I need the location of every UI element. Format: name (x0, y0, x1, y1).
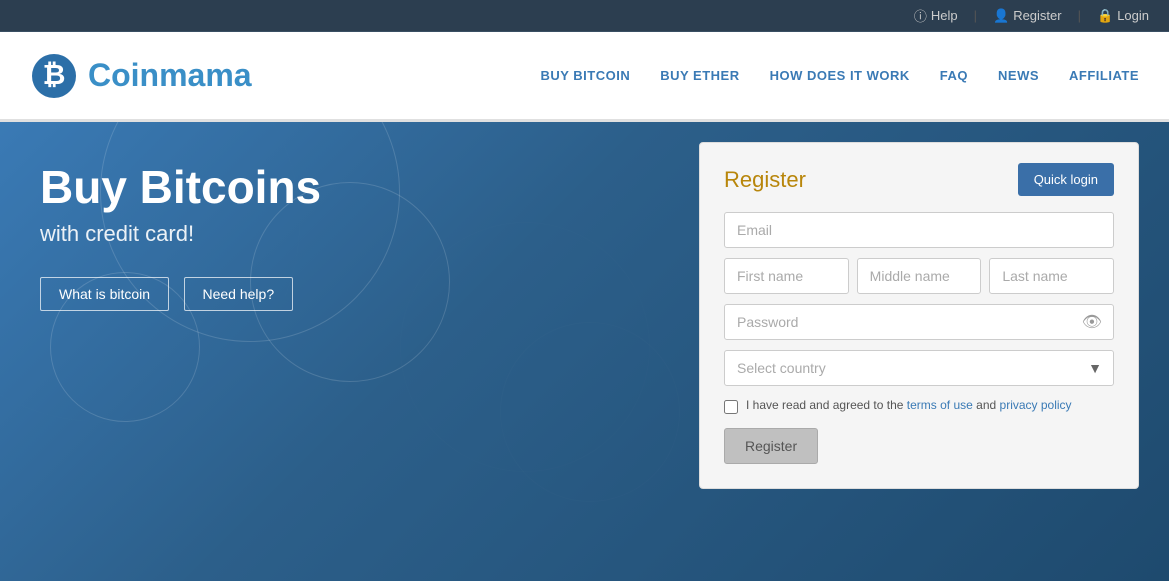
top-bar: ⓘ Help | 👤 Register | 🔒 Login (0, 0, 1169, 32)
privacy-policy-link[interactable]: privacy policy (1000, 398, 1072, 412)
password-group: 👁 (724, 304, 1114, 340)
nav-news[interactable]: NEWS (998, 60, 1039, 91)
middle-name-input[interactable] (857, 258, 982, 294)
separator-1: | (974, 8, 977, 23)
email-input[interactable] (724, 212, 1114, 248)
toggle-password-icon[interactable]: 👁 (1082, 312, 1102, 332)
register-panel: Register Quick login 👁 Select country ▼ … (699, 142, 1139, 489)
terms-of-use-link[interactable]: terms of use (907, 398, 973, 412)
user-icon: 👤 (993, 8, 1009, 24)
nav-buy-bitcoin[interactable]: BUY BITCOIN (540, 60, 630, 91)
country-select[interactable]: Select country (724, 350, 1114, 386)
nav-how-it-works[interactable]: HOW DOES IT WORK (770, 60, 910, 91)
name-group (724, 258, 1114, 294)
quick-login-button[interactable]: Quick login (1018, 163, 1114, 196)
logo[interactable]: ₿ Coinmama (30, 52, 252, 100)
register-title: Register (724, 167, 806, 193)
main-content: Buy Bitcoins with credit card! What is b… (0, 122, 1169, 581)
nav-affiliate[interactable]: AFFILIATE (1069, 60, 1139, 91)
country-group: Select country ▼ (724, 350, 1114, 386)
register-submit-button[interactable]: Register (724, 428, 818, 464)
nav-faq[interactable]: FAQ (940, 60, 968, 91)
header: ₿ Coinmama BUY BITCOIN BUY ETHER HOW DOE… (0, 32, 1169, 122)
register-label: Register (1013, 8, 1061, 23)
main-nav: BUY BITCOIN BUY ETHER HOW DOES IT WORK F… (540, 60, 1139, 91)
hero-title: Buy Bitcoins (40, 162, 659, 213)
help-label: Help (931, 8, 958, 23)
need-help-button[interactable]: Need help? (184, 277, 294, 311)
terms-checkbox[interactable] (724, 400, 738, 414)
email-group (724, 212, 1114, 248)
terms-row: I have read and agreed to the terms of u… (724, 398, 1114, 414)
hero-section: Buy Bitcoins with credit card! What is b… (0, 122, 699, 351)
password-input[interactable] (724, 304, 1114, 340)
register-link[interactable]: 👤 Register (993, 8, 1062, 24)
help-icon: ⓘ (914, 6, 927, 25)
logo-icon: ₿ (30, 52, 78, 100)
register-header: Register Quick login (724, 163, 1114, 196)
login-link[interactable]: 🔒 Login (1097, 8, 1149, 24)
what-is-bitcoin-button[interactable]: What is bitcoin (40, 277, 169, 311)
logo-text: Coinmama (88, 57, 252, 94)
separator-2: | (1078, 8, 1081, 23)
hero-subtitle: with credit card! (40, 221, 659, 247)
terms-text: I have read and agreed to the terms of u… (746, 398, 1072, 412)
last-name-input[interactable] (989, 258, 1114, 294)
help-link[interactable]: ⓘ Help (914, 6, 958, 25)
svg-text:₿: ₿ (43, 59, 66, 90)
login-icon: 🔒 (1097, 8, 1113, 24)
first-name-input[interactable] (724, 258, 849, 294)
login-label: Login (1117, 8, 1149, 23)
nav-buy-ether[interactable]: BUY ETHER (660, 60, 739, 91)
